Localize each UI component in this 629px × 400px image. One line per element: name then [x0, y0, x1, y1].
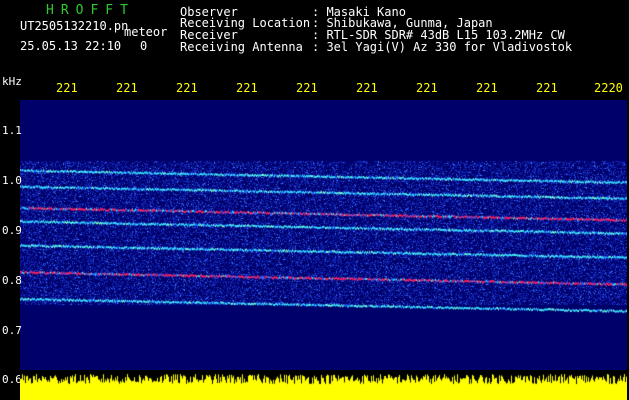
x-tick: 221 — [416, 81, 438, 95]
antenna-label: Receiving Antenna — [180, 40, 303, 54]
y-unit-label: kHz — [2, 75, 22, 88]
y-tick: 1.1 — [2, 124, 22, 137]
x-tick: 221 — [116, 81, 138, 95]
y-tick: 1.0 — [2, 174, 22, 187]
y-tick: 0.6 — [2, 373, 22, 386]
antenna-value: : 3el Yagi(V) Az 330 for Vladivostok — [312, 40, 573, 54]
app-title: HROFFT — [46, 3, 135, 18]
type-label: meteor — [124, 25, 168, 39]
spectrogram-plot — [20, 100, 627, 400]
spectrogram-canvas — [20, 100, 627, 400]
x-tick: 221 — [56, 81, 78, 95]
signal-level-strip — [20, 370, 627, 400]
y-tick: 0.7 — [2, 324, 22, 337]
counter: 0 — [140, 39, 148, 53]
file-name: UT2505132210.pn — [20, 19, 129, 33]
x-tick: 221 — [296, 81, 318, 95]
x-tick: 221 — [536, 81, 558, 95]
x-tick: 2220 — [594, 81, 623, 95]
x-tick: 221 — [176, 81, 198, 95]
datetime: 25.05.13 22:10 — [20, 39, 122, 53]
x-tick: 221 — [236, 81, 258, 95]
y-tick: 0.8 — [2, 274, 22, 287]
x-tick: 221 — [476, 81, 498, 95]
y-tick: 0.9 — [2, 224, 22, 237]
x-tick: 221 — [356, 81, 378, 95]
